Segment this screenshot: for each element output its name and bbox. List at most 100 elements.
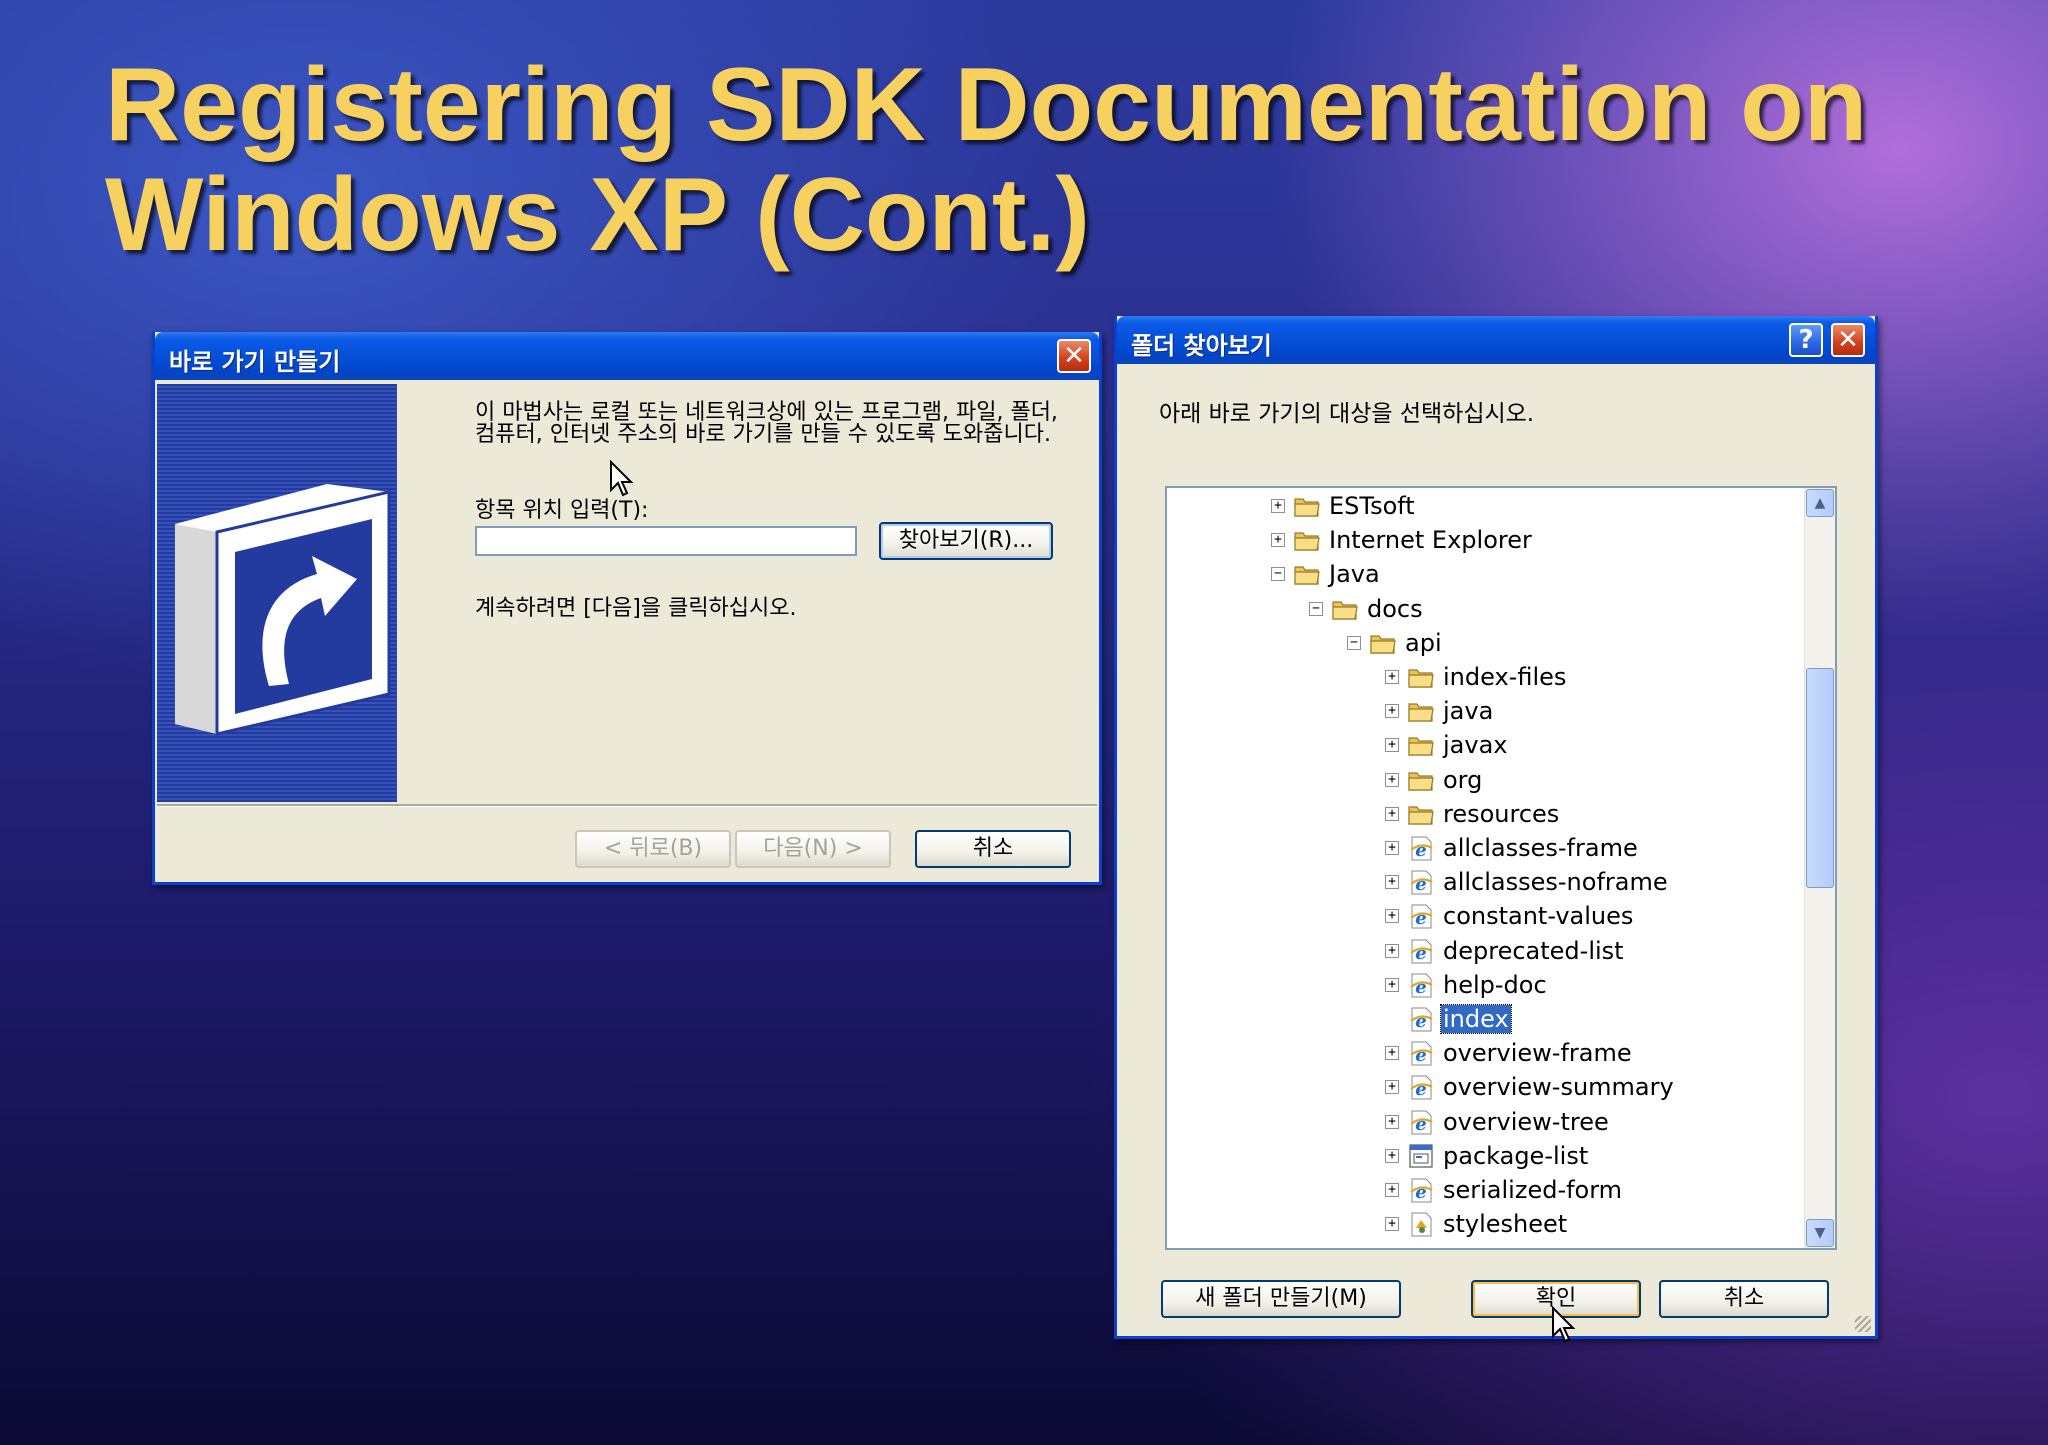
folder-icon [1331, 596, 1359, 622]
tree-item[interactable]: + e overview-frame [1167, 1037, 1835, 1069]
expand-icon[interactable]: + [1271, 499, 1285, 513]
folder-tree[interactable]: + ESTsoft + Internet Explorer − Java − docs − api… [1165, 486, 1837, 1250]
ie-html-icon: e [1407, 835, 1435, 861]
tree-item-label: Internet Explorer [1329, 526, 1532, 555]
tree-item[interactable]: + e constant-values [1167, 900, 1835, 932]
folder-icon [1407, 767, 1435, 793]
ie-html-icon: e [1407, 869, 1435, 895]
ie-html-icon: e [1407, 1074, 1435, 1100]
svg-text:e: e [1415, 1114, 1426, 1135]
collapse-icon[interactable]: − [1309, 601, 1323, 616]
collapse-icon[interactable]: − [1347, 635, 1361, 650]
tree-item-label: constant-values [1443, 902, 1634, 931]
expand-icon[interactable]: + [1385, 670, 1399, 684]
stylesheet-icon [1407, 1211, 1435, 1237]
vertical-scrollbar[interactable]: ▲ ▼ [1804, 488, 1835, 1248]
location-label: 항목 위치 입력(T): [475, 498, 649, 523]
expand-icon[interactable]: + [1385, 841, 1399, 855]
tree-item-label: javax [1443, 731, 1508, 760]
tree-item[interactable]: + e overview-tree [1167, 1106, 1835, 1138]
browse-folder-dialog: 폴더 찾아보기 ? ✕ 아래 바로 가기의 대상을 선택하십시오. + ESTso… [1114, 316, 1878, 1343]
location-input[interactable] [475, 526, 857, 556]
ie-html-icon: e [1407, 903, 1435, 929]
close-button[interactable]: ✕ [1057, 339, 1091, 373]
svg-text:e: e [1415, 1079, 1426, 1100]
tree-item-label: serialized-form [1443, 1176, 1623, 1204]
ie-html-icon: e [1407, 1006, 1435, 1032]
ie-html-icon: e [1407, 1109, 1435, 1135]
tree-item[interactable]: − docs [1167, 593, 1835, 625]
browse-button[interactable]: 찾아보기(R)... [879, 522, 1053, 560]
close-button[interactable]: ✕ [1831, 323, 1865, 357]
tree-item[interactable]: + ESTsoft [1167, 490, 1835, 522]
divider [157, 804, 1097, 807]
expand-icon[interactable]: + [1385, 875, 1399, 890]
expand-icon[interactable]: + [1385, 806, 1399, 821]
expand-icon[interactable]: + [1385, 909, 1399, 924]
tree-item[interactable]: + e allclasses-frame [1167, 832, 1835, 864]
cancel-button[interactable]: 취소 [915, 830, 1071, 868]
dialog-title: 바로 가기 만들기 [169, 348, 341, 376]
tree-item[interactable]: + e deprecated-list [1167, 935, 1835, 967]
tree-item[interactable]: e index [1167, 1003, 1835, 1035]
tree-item-label: help-doc [1443, 970, 1547, 999]
resize-grip-icon[interactable] [1855, 1316, 1871, 1332]
folder-icon [1293, 561, 1321, 587]
file-icon [1407, 1143, 1435, 1169]
tree-item-label: overview-frame [1443, 1039, 1632, 1068]
scroll-down-icon[interactable]: ▼ [1806, 1219, 1834, 1247]
tree-item[interactable]: + package-list [1167, 1140, 1835, 1172]
dialog-titlebar[interactable]: 폴더 찾아보기 ? ✕ [1117, 316, 1875, 364]
folder-icon [1293, 493, 1321, 519]
expand-icon[interactable]: + [1385, 1183, 1399, 1197]
expand-icon[interactable]: + [1271, 533, 1285, 548]
tree-item[interactable]: + e overview-summary [1167, 1071, 1835, 1103]
help-button[interactable]: ? [1789, 323, 1823, 357]
expand-icon[interactable]: + [1385, 704, 1399, 719]
svg-text:e: e [1415, 943, 1426, 964]
tree-item-label: java [1443, 697, 1494, 726]
tree-item-label: package-list [1443, 1141, 1589, 1170]
folder-icon [1369, 630, 1397, 656]
tree-item[interactable]: + stylesheet [1167, 1208, 1835, 1240]
scroll-thumb[interactable] [1806, 668, 1834, 888]
expand-icon[interactable]: + [1385, 738, 1399, 753]
tree-item[interactable]: + e allclasses-noframe [1167, 866, 1835, 898]
slide-title-line2: Windows XP (Cont.) [105, 157, 1091, 273]
expand-icon[interactable]: + [1385, 1114, 1399, 1129]
collapse-icon[interactable]: − [1271, 567, 1285, 582]
expand-icon[interactable]: + [1385, 977, 1399, 992]
folder-icon [1407, 801, 1435, 827]
expand-icon[interactable]: + [1385, 1080, 1399, 1095]
back-button[interactable]: < 뒤로(B) [575, 830, 731, 868]
tree-item-label: deprecated-list [1443, 936, 1624, 965]
svg-text:e: e [1415, 840, 1426, 861]
ie-html-icon: e [1407, 1177, 1435, 1203]
tree-item[interactable]: + javax [1167, 729, 1835, 761]
expand-icon[interactable]: + [1385, 772, 1399, 787]
expand-icon[interactable]: + [1385, 1046, 1399, 1061]
wizard-side-panel [157, 384, 397, 802]
tree-item[interactable]: + org [1167, 764, 1835, 796]
next-button[interactable]: 다음(N) > [735, 830, 891, 868]
tree-item[interactable]: − api [1167, 627, 1835, 659]
expand-icon[interactable]: + [1385, 1217, 1399, 1232]
tree-item[interactable]: + e serialized-form [1167, 1174, 1835, 1206]
new-folder-button[interactable]: 새 폴더 만들기(M) [1161, 1280, 1401, 1318]
scroll-up-icon[interactable]: ▲ [1806, 489, 1834, 517]
tree-item[interactable]: + e help-doc [1167, 969, 1835, 1001]
tree-item[interactable]: − Java [1167, 558, 1835, 590]
tree-item[interactable]: + Internet Explorer [1167, 524, 1835, 556]
expand-icon[interactable]: + [1385, 943, 1399, 958]
cancel-button[interactable]: 취소 [1659, 1280, 1829, 1318]
tree-item[interactable]: + java [1167, 695, 1835, 727]
dialog-titlebar[interactable]: 바로 가기 만들기 ✕ [155, 332, 1099, 380]
svg-text:e: e [1415, 977, 1426, 998]
tree-item-label: ESTsoft [1329, 492, 1415, 520]
tree-item[interactable]: + resources [1167, 798, 1835, 830]
tree-item-label: api [1405, 628, 1442, 657]
expand-icon[interactable]: + [1385, 1148, 1399, 1163]
continue-instruction: 계속하려면 [다음]을 클릭하십시오. [475, 596, 797, 621]
tree-item-label: docs [1367, 594, 1423, 623]
tree-item[interactable]: + index-files [1167, 661, 1835, 693]
